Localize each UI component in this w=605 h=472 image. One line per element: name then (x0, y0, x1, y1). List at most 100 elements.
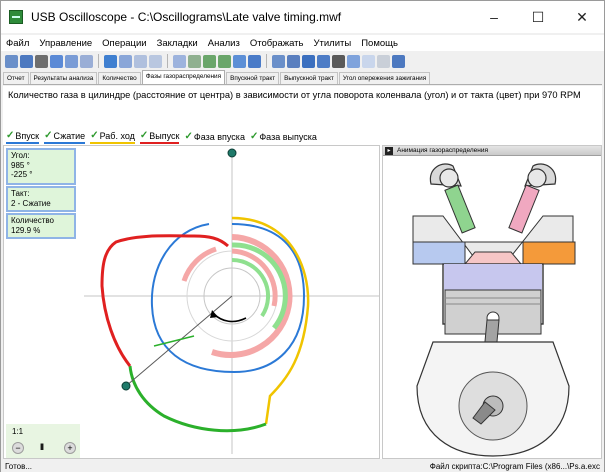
tab-valve-timing[interactable]: Фазы газораспределения (141, 70, 226, 84)
legend-label: Раб. ход (99, 130, 135, 141)
zoom-in-button[interactable]: + (64, 442, 76, 454)
legend-label: Фаза впуска (193, 131, 245, 142)
undo-icon[interactable] (134, 54, 147, 68)
redo-icon[interactable] (149, 54, 162, 68)
script-file-path: Файл скрипта:C:\Program Files (x86...\Ps… (429, 461, 600, 471)
intake-camshaft-icon (439, 168, 459, 188)
exhaust-port-icon (522, 241, 576, 265)
close-doc-icon[interactable] (377, 54, 390, 68)
legend-label: Фаза выпуска (259, 131, 317, 142)
angle-value: 985 ° (11, 160, 30, 170)
legend-compression[interactable]: ✓ Сжатие (44, 130, 86, 144)
window-icon[interactable] (362, 54, 375, 68)
paste-icon[interactable] (80, 54, 93, 68)
exhaust-valve-spring-icon (508, 184, 540, 234)
menu-view[interactable]: Отображать (245, 38, 309, 49)
legend-exhaust-phase[interactable]: ✓ Фаза выпуска (250, 131, 317, 143)
status-bar: Готов... Файл скрипта:C:\Program Files (… (1, 460, 604, 472)
polar-plot[interactable]: Угол: 985 ° -225 ° Такт: 2 - Сжатие Коли… (3, 145, 380, 459)
save-as-icon[interactable] (35, 54, 48, 68)
pause-button[interactable]: II (40, 442, 44, 452)
checkbox-checked-icon: ✓ (44, 130, 53, 141)
trigger-icon[interactable] (317, 54, 330, 68)
table-icon[interactable] (248, 54, 261, 68)
menu-analysis[interactable]: Анализ (203, 38, 245, 49)
oscilloscope-app-icon (9, 10, 23, 24)
new-file-icon[interactable] (5, 54, 18, 68)
menu-help[interactable]: Помощь (356, 38, 403, 49)
angle-info-box: Угол: 985 ° -225 ° (6, 148, 76, 185)
window-title: USB Oscilloscope - C:\Oscillograms\Late … (31, 10, 342, 24)
quantity-info-box: Количество 129.9 % (6, 213, 76, 239)
angle-value-secondary: -225 ° (11, 170, 33, 179)
legend-label: Впуск (15, 130, 40, 141)
checkbox-checked-icon: ✓ (139, 130, 149, 141)
tab-analysis-results[interactable]: Результаты анализа (29, 72, 98, 84)
stroke-info-box: Такт: 2 - Сжатие (6, 186, 76, 212)
zoom-controls: 1:1 − II + (6, 424, 80, 458)
tab-intake-tract[interactable]: Впускной тракт (226, 72, 280, 84)
intake-curve (150, 223, 306, 374)
tab-report[interactable]: Отчет (3, 72, 29, 84)
exhaust-camshaft-icon (527, 168, 547, 188)
legend-exhaust[interactable]: ✓ Выпуск (139, 130, 180, 144)
quantity-value: 129.9 % (11, 225, 41, 235)
legend-label: Выпуск (149, 130, 180, 141)
check-icon[interactable] (203, 54, 216, 68)
checkbox-checked-icon: ✓ (90, 130, 99, 141)
checkbox-checked-icon: ✓ (249, 131, 259, 142)
tab-strip: Отчет Результаты анализа Количество Фазы… (3, 70, 602, 85)
legend-power[interactable]: ✓ Раб. ход (90, 130, 135, 144)
gas-volume-icon (444, 264, 542, 290)
copy-icon[interactable] (65, 54, 78, 68)
compression-curve (128, 365, 267, 433)
minimize-button[interactable]: – (472, 1, 516, 33)
angle-cursor-line (125, 295, 233, 387)
menu-bar: Файл Управление Операции Закладки Анализ… (1, 35, 604, 51)
filter-icon[interactable] (188, 54, 201, 68)
toolbar (3, 52, 602, 70)
save-icon[interactable] (20, 54, 33, 68)
app-window: USB Oscilloscope - C:\Oscillograms\Late … (0, 0, 605, 472)
settings-icon[interactable] (287, 54, 300, 68)
intake-port-icon (412, 241, 466, 265)
legend-intake-phase[interactable]: ✓ Фаза впуска (184, 131, 244, 143)
tab-ignition-advance[interactable]: Угол опережения зажигания (338, 72, 431, 84)
title-bar: USB Oscilloscope - C:\Oscillograms\Late … (1, 1, 604, 33)
channel-icon[interactable] (302, 54, 315, 68)
checkbox-checked-icon: ✓ (6, 130, 15, 141)
angle-label: Угол: (11, 151, 30, 160)
tab-exhaust-tract[interactable]: Выпускной тракт (280, 72, 338, 84)
angle-cursor-handle[interactable] (121, 381, 131, 391)
zoom-out-button[interactable]: − (12, 442, 24, 454)
image-icon[interactable] (347, 54, 360, 68)
close-button[interactable]: ✕ (560, 1, 604, 33)
menu-utilities[interactable]: Утилиты (308, 38, 356, 49)
menu-file[interactable]: Файл (1, 38, 34, 49)
combustion-chamber-icon (463, 251, 523, 265)
play-icon[interactable] (104, 54, 117, 68)
animation-panel-header: ▸ Анимация газораспределения (383, 146, 601, 156)
stroke-label: Такт: (11, 189, 30, 198)
check-all-icon[interactable] (218, 54, 231, 68)
tab-quantity[interactable]: Количество (98, 72, 141, 84)
toolbar-separator (167, 54, 168, 68)
measure-icon[interactable] (233, 54, 246, 68)
menu-bookmarks[interactable]: Закладки (152, 38, 203, 49)
export-icon[interactable] (332, 54, 345, 68)
menu-operations[interactable]: Операции (97, 38, 151, 49)
legend-label: Сжатие (53, 130, 86, 141)
zoom-icon[interactable] (173, 54, 186, 68)
grid-icon[interactable] (272, 54, 285, 68)
menu-control[interactable]: Управление (34, 38, 97, 49)
step-icon[interactable] (119, 54, 132, 68)
toolbar-separator (98, 54, 99, 68)
engine-animation (412, 163, 576, 457)
legend-intake[interactable]: ✓ Впуск (6, 130, 40, 144)
help-icon[interactable] (392, 54, 405, 68)
top-marker-handle[interactable] (227, 148, 237, 158)
maximize-button[interactable]: ☐ (516, 1, 560, 33)
collapse-icon[interactable]: ▸ (385, 146, 393, 155)
checkbox-checked-icon: ✓ (184, 131, 193, 142)
print-icon[interactable] (50, 54, 63, 68)
